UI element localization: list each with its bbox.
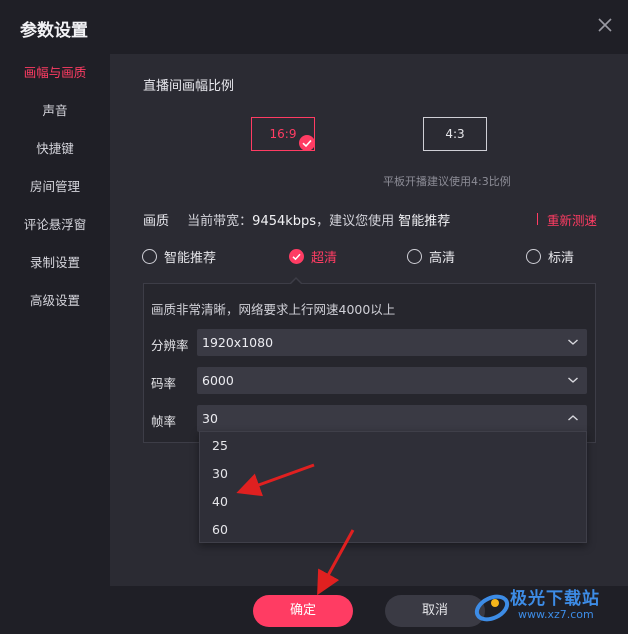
suggest-value: 智能推荐 bbox=[398, 214, 451, 229]
ratio-option-4-3[interactable]: 4:3 bbox=[423, 117, 487, 151]
suggest-prefix: ，建议您使用 bbox=[316, 214, 395, 229]
radio-ultra-hd[interactable]: 超清 bbox=[289, 246, 337, 266]
radio-circle-icon bbox=[526, 248, 541, 264]
panel-caret-inner bbox=[290, 279, 302, 285]
ratio-option-label: 4:3 bbox=[445, 127, 465, 141]
title-bar: 参数设置 bbox=[0, 0, 628, 54]
ratio-option-16-9[interactable]: 16:9 bbox=[251, 117, 315, 151]
ratio-option-label: 16:9 bbox=[269, 127, 297, 141]
sidebar-item-room-management[interactable]: 房间管理 bbox=[0, 168, 110, 206]
resolution-value: 1920x1080 bbox=[202, 335, 274, 350]
quality-row: 画质 当前带宽：9454kbps，建议您使用 智能推荐 bbox=[143, 210, 450, 229]
watermark-logo: 极光下载站 www.xz7.com bbox=[470, 582, 626, 632]
radio-sd[interactable]: 标清 bbox=[526, 246, 574, 266]
close-icon[interactable] bbox=[596, 16, 614, 34]
radio-label: 标清 bbox=[548, 250, 575, 266]
sidebar-item-sound[interactable]: 声音 bbox=[0, 92, 110, 130]
resolution-label: 分辨率 bbox=[151, 338, 189, 353]
chevron-down-icon bbox=[567, 374, 579, 386]
chevron-up-icon bbox=[567, 412, 579, 424]
framerate-select[interactable]: 30 bbox=[197, 405, 587, 432]
dropdown-option-30[interactable]: 30 bbox=[200, 460, 586, 488]
radio-checked-icon bbox=[289, 248, 304, 264]
framerate-dropdown: 25 30 40 60 bbox=[199, 431, 587, 543]
radio-hd[interactable]: 高清 bbox=[407, 246, 455, 266]
sidebar-item-recording[interactable]: 录制设置 bbox=[0, 244, 110, 282]
retest-divider bbox=[537, 213, 538, 225]
bitrate-select[interactable]: 6000 bbox=[197, 367, 587, 394]
bandwidth-value: 9454kbps bbox=[252, 214, 317, 229]
bitrate-label: 码率 bbox=[151, 376, 177, 391]
chevron-down-icon bbox=[567, 336, 579, 348]
resolution-select[interactable]: 1920x1080 bbox=[197, 329, 587, 356]
watermark-swirl-icon bbox=[474, 594, 510, 622]
framerate-value: 30 bbox=[202, 411, 218, 426]
radio-smart[interactable]: 智能推荐 bbox=[142, 246, 216, 266]
ratio-hint: 平板开播建议使用4:3比例 bbox=[383, 175, 511, 188]
radio-label: 高清 bbox=[429, 250, 456, 266]
sidebar-item-comment-overlay[interactable]: 评论悬浮窗 bbox=[0, 206, 110, 244]
quality-description: 画质非常清晰，网络要求上行网速4000以上 bbox=[151, 302, 396, 317]
dropdown-option-40[interactable]: 40 bbox=[200, 488, 586, 516]
bandwidth-prefix: 当前带宽： bbox=[187, 214, 253, 229]
bandwidth-info: 当前带宽：9454kbps，建议您使用 智能推荐 bbox=[187, 214, 450, 229]
watermark-text: 极光下载站 bbox=[510, 589, 600, 609]
dropdown-option-25[interactable]: 25 bbox=[200, 432, 586, 460]
sidebar-item-advanced[interactable]: 高级设置 bbox=[0, 282, 110, 320]
radio-label: 智能推荐 bbox=[164, 250, 217, 266]
watermark-url: www.xz7.com bbox=[518, 608, 594, 621]
dialog-title: 参数设置 bbox=[20, 21, 88, 41]
radio-label: 超清 bbox=[311, 250, 338, 266]
bitrate-value: 6000 bbox=[202, 373, 234, 388]
retest-button[interactable]: 重新测速 bbox=[547, 210, 597, 229]
sidebar-item-resolution-quality[interactable]: 画幅与画质 bbox=[0, 54, 110, 92]
dropdown-option-60[interactable]: 60 bbox=[200, 516, 586, 544]
ratio-section-title: 直播间画幅比例 bbox=[143, 79, 235, 94]
confirm-button[interactable]: 确定 bbox=[253, 595, 353, 627]
framerate-label: 帧率 bbox=[151, 414, 177, 429]
quality-label: 画质 bbox=[143, 214, 170, 229]
sidebar: 画幅与画质 声音 快捷键 房间管理 评论悬浮窗 录制设置 高级设置 bbox=[0, 54, 110, 586]
radio-circle-icon bbox=[407, 248, 422, 264]
radio-circle-icon bbox=[142, 248, 157, 264]
check-icon bbox=[299, 135, 315, 151]
sidebar-item-shortcuts[interactable]: 快捷键 bbox=[0, 130, 110, 168]
